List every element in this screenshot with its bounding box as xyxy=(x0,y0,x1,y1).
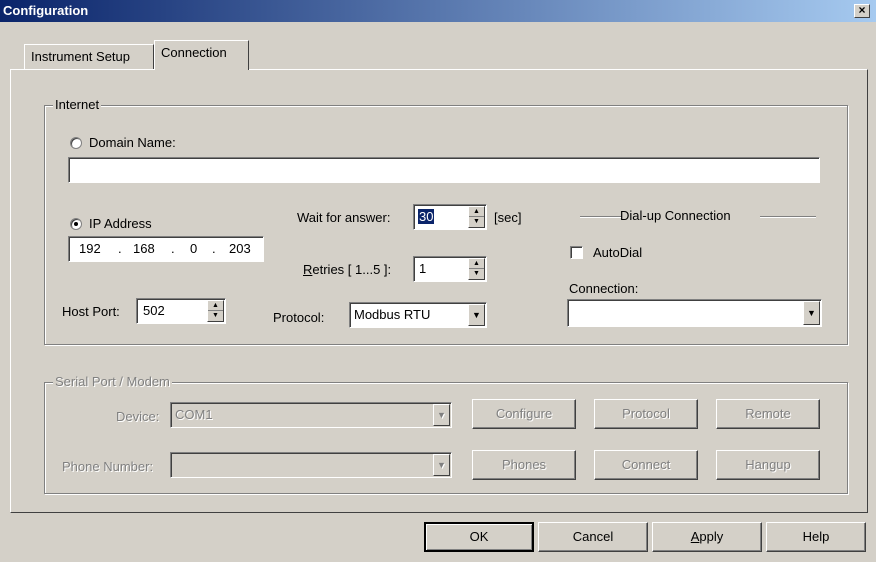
ip-address-input[interactable]: 192 . 168 . 0 . 203 xyxy=(68,236,264,262)
spin-up-icon[interactable]: ▲ xyxy=(208,301,223,311)
domain-name-radio[interactable] xyxy=(70,137,82,149)
spin-down-icon[interactable]: ▼ xyxy=(208,311,223,321)
help-button[interactable]: Help xyxy=(766,522,866,552)
serial-legend: Serial Port / Modem xyxy=(53,374,172,389)
phone-number-label: Phone Number: xyxy=(62,459,154,474)
close-icon: × xyxy=(858,3,866,17)
retries-input[interactable]: 1 ▲ ▼ xyxy=(413,256,487,282)
connect-button[interactable]: Connect xyxy=(594,450,698,480)
chevron-down-icon[interactable]: ▼ xyxy=(803,301,820,325)
tab-connection[interactable]: Connection xyxy=(154,40,249,70)
dialup-divider-left xyxy=(580,216,622,217)
tab-label: Connection xyxy=(161,45,227,60)
wait-label: Wait for answer: xyxy=(297,210,391,225)
host-port-spinner[interactable]: ▲ ▼ xyxy=(207,300,224,322)
protocol-label: Protocol: xyxy=(273,310,325,325)
ip-octet-2: 168 xyxy=(133,241,155,256)
wait-input[interactable]: 30 ▲ ▼ xyxy=(413,204,487,230)
host-port-label: Host Port: xyxy=(62,304,120,319)
domain-name-input[interactable] xyxy=(68,157,820,183)
ok-button[interactable]: OK xyxy=(424,522,534,552)
protocol-button[interactable]: Protocol xyxy=(594,399,698,429)
cancel-button[interactable]: Cancel xyxy=(538,522,648,552)
spin-up-icon[interactable]: ▲ xyxy=(469,259,484,269)
hangup-button[interactable]: Hangup xyxy=(716,450,820,480)
autodial-label: AutoDial xyxy=(593,245,643,260)
dialup-title: Dial-up Connection xyxy=(620,208,731,223)
spin-down-icon[interactable]: ▼ xyxy=(469,269,484,279)
internet-legend: Internet xyxy=(53,97,102,112)
spin-up-icon[interactable]: ▲ xyxy=(469,207,484,217)
autodial-checkbox[interactable] xyxy=(570,246,583,259)
tab-label: Instrument Setup xyxy=(31,49,130,64)
phone-number-select[interactable]: ▼ xyxy=(170,452,452,478)
protocol-select[interactable]: Modbus RTU ▼ xyxy=(349,302,487,328)
ip-octet-4: 203 xyxy=(229,241,251,256)
host-port-input[interactable]: 502 ▲ ▼ xyxy=(136,298,226,324)
remote-button[interactable]: Remote xyxy=(716,399,820,429)
window-title: Configuration xyxy=(3,3,89,18)
connection-select[interactable]: ▼ xyxy=(567,299,822,327)
retries-label: Retries [ 1...5 ]: xyxy=(303,262,392,277)
chevron-down-icon[interactable]: ▼ xyxy=(468,304,485,326)
configure-button[interactable]: Configure xyxy=(472,399,576,429)
retries-spinner[interactable]: ▲ ▼ xyxy=(468,258,485,280)
ip-octet-3: 0 xyxy=(190,241,198,256)
ip-address-label: IP Address xyxy=(89,216,152,231)
chevron-down-icon[interactable]: ▼ xyxy=(433,404,450,426)
ip-octet-1: 192 xyxy=(79,241,101,256)
close-button[interactable]: × xyxy=(854,4,870,18)
apply-button[interactable]: Apply xyxy=(652,522,762,552)
wait-spinner[interactable]: ▲ ▼ xyxy=(468,206,485,228)
device-select[interactable]: COM1 ▼ xyxy=(170,402,452,428)
domain-name-label: Domain Name: xyxy=(89,135,176,150)
device-label: Device: xyxy=(116,409,160,424)
phones-button[interactable]: Phones xyxy=(472,450,576,480)
tab-instrument-setup[interactable]: Instrument Setup xyxy=(24,44,154,70)
spin-down-icon[interactable]: ▼ xyxy=(469,217,484,227)
title-bar: Configuration × xyxy=(0,0,876,22)
wait-unit: [sec] xyxy=(494,210,522,225)
ip-address-radio[interactable] xyxy=(70,218,82,230)
connection-label: Connection: xyxy=(569,281,639,296)
dialup-divider-right xyxy=(760,216,816,217)
chevron-down-icon[interactable]: ▼ xyxy=(433,454,450,476)
